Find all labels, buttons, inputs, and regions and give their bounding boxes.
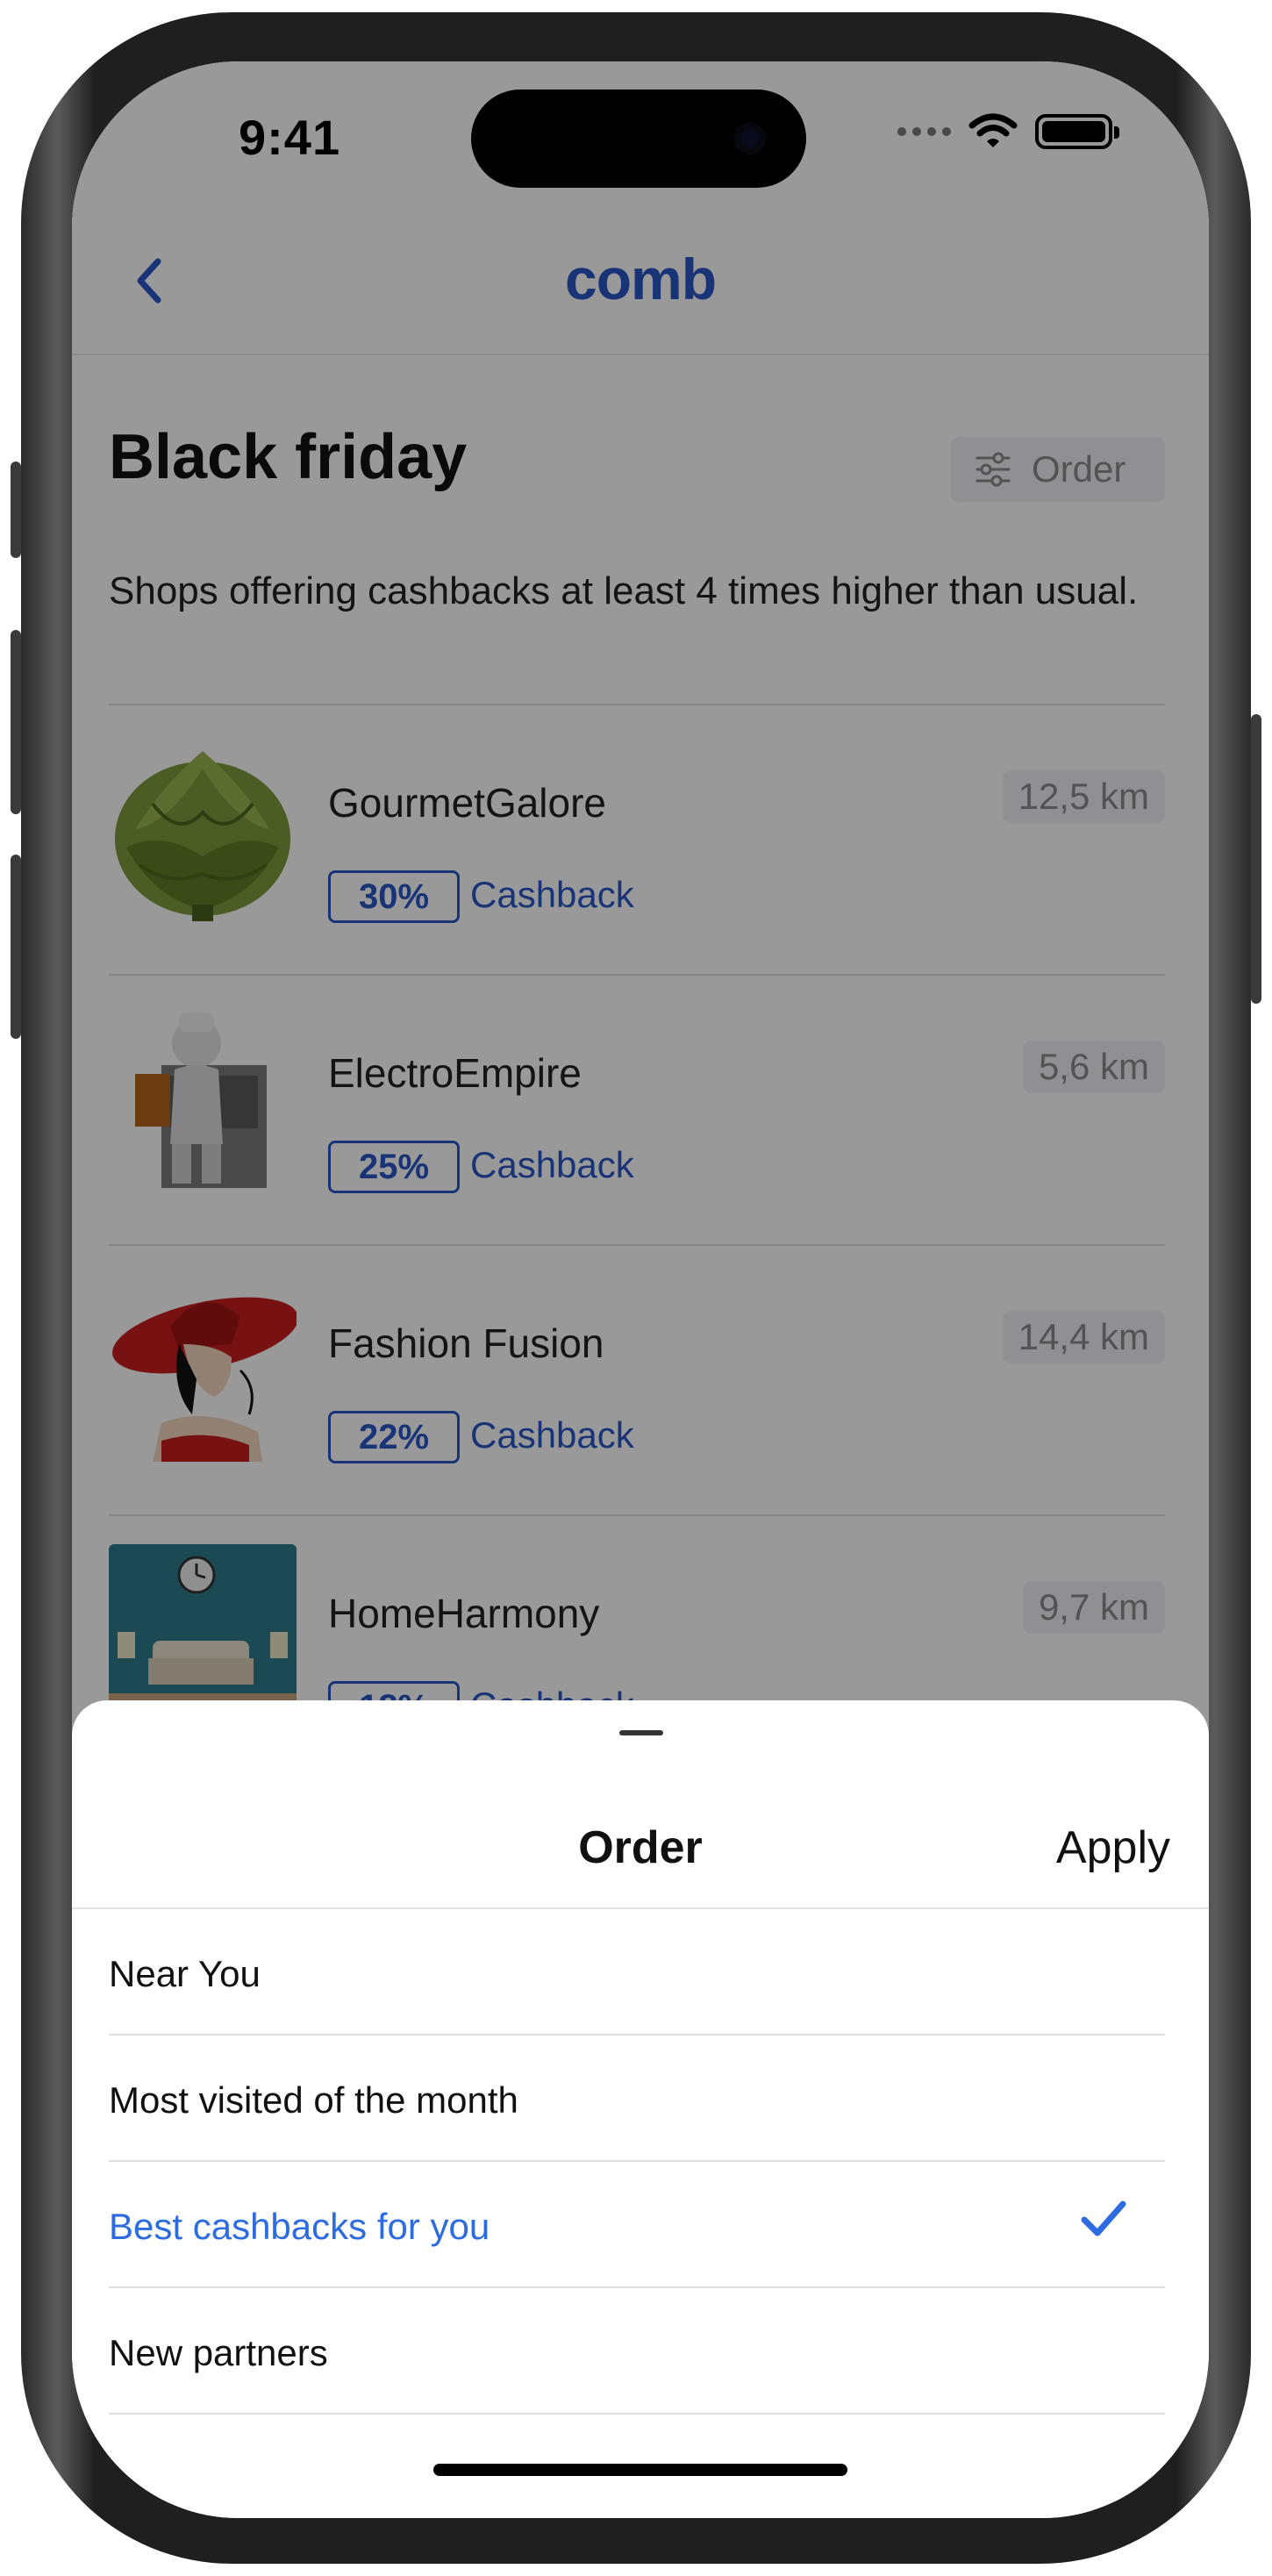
order-sheet: Order Apply Near You Most visited of the…	[72, 1700, 1209, 2518]
order-option-most-visited[interactable]: Most visited of the month	[109, 2036, 1165, 2162]
volume-up-button	[11, 630, 21, 814]
power-button	[1251, 714, 1261, 1004]
option-label: Best cashbacks for you	[109, 2206, 490, 2247]
checkmark-icon	[1081, 2200, 1126, 2236]
order-option-best-cashbacks[interactable]: Best cashbacks for you	[109, 2162, 1165, 2288]
option-label: Most visited of the month	[109, 2079, 518, 2121]
sheet-grabber[interactable]	[619, 1730, 663, 1735]
action-button	[11, 462, 21, 558]
screen: 9:41 comb Black friday Order Shops offer…	[72, 61, 1209, 2518]
apply-button[interactable]: Apply	[1056, 1821, 1170, 1874]
order-option-near-you[interactable]: Near You	[109, 1909, 1165, 2036]
option-label: New partners	[109, 2332, 328, 2373]
option-label: Near You	[109, 1953, 261, 1994]
home-indicator[interactable]	[433, 2464, 847, 2476]
volume-down-button	[11, 855, 21, 1039]
sheet-title: Order	[578, 1822, 703, 1873]
order-option-new-partners[interactable]: New partners	[109, 2288, 1165, 2415]
